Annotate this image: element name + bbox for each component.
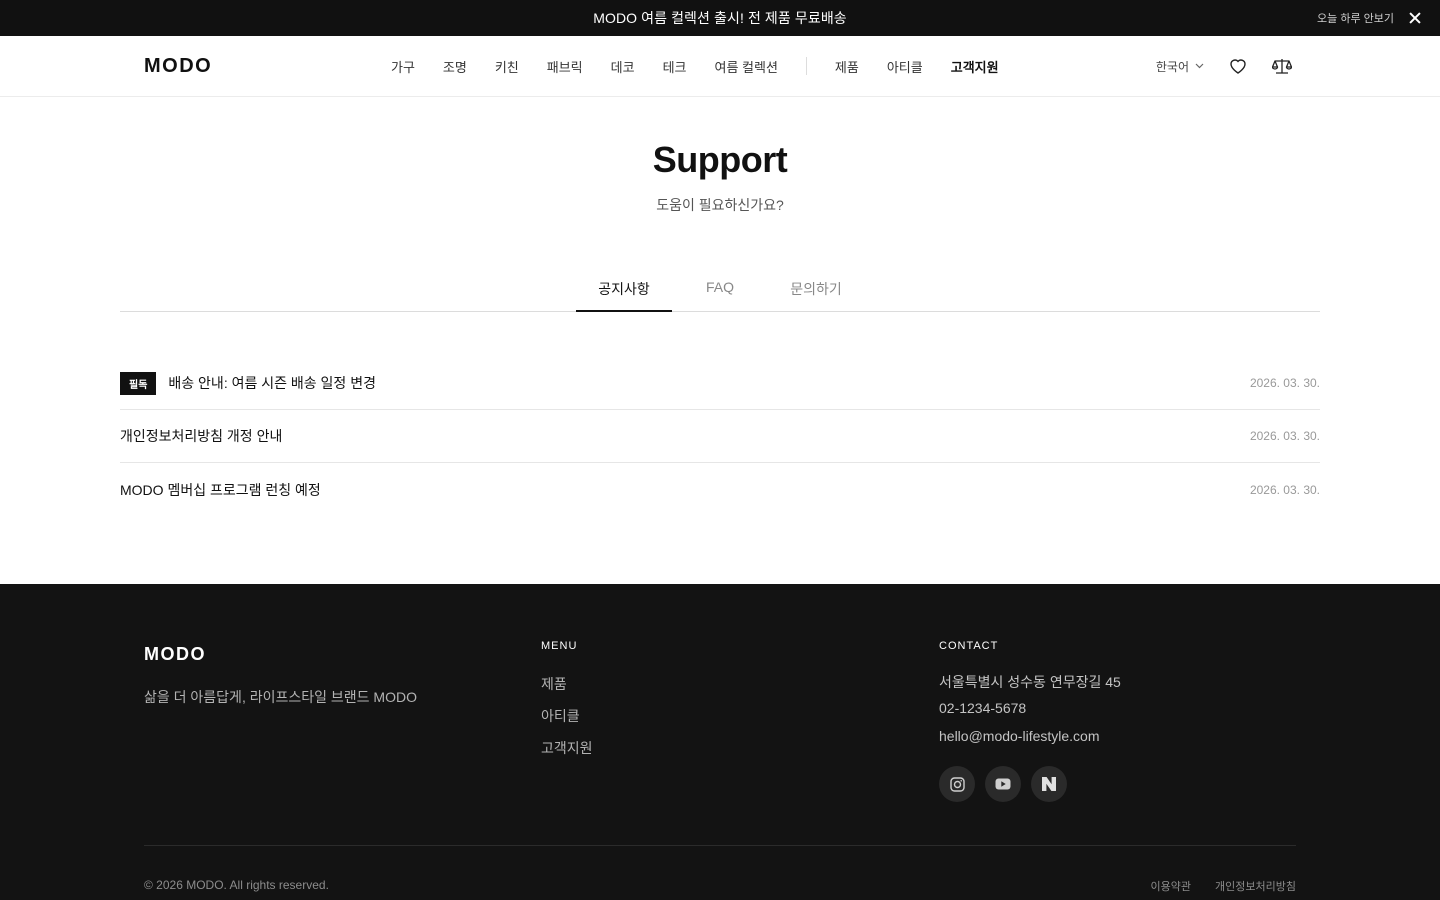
wishlist-button[interactable] xyxy=(1228,56,1248,76)
announcement-message: MODO 여름 컬렉션 출시! 전 제품 무료배송 xyxy=(593,10,847,26)
nav-item-furniture[interactable]: 가구 xyxy=(391,57,415,76)
compare-button[interactable] xyxy=(1272,56,1292,76)
footer-phone: 02-1234-5678 xyxy=(939,700,1027,716)
footer-email[interactable]: hello@modo-lifestyle.com xyxy=(939,728,1121,756)
nav-item-summer-collection[interactable]: 여름 컬렉션 xyxy=(715,57,778,76)
close-icon[interactable] xyxy=(1408,11,1422,25)
footer-link-terms[interactable]: 이용약관 xyxy=(1151,878,1191,894)
footer-menu-heading: MENU xyxy=(541,640,578,652)
heart-icon xyxy=(1230,59,1246,74)
footer-tagline: 삶을 더 아름답게, 라이프스타일 브랜드 MODO xyxy=(144,689,417,705)
nav-item-products[interactable]: 제품 xyxy=(835,57,859,76)
footer-link-privacy[interactable]: 개인정보처리방침 xyxy=(1215,878,1296,894)
notice-title: MODO 멤버십 프로그램 런칭 예정 xyxy=(120,481,321,498)
footer-divider xyxy=(144,845,1296,846)
site-footer: MODO 삶을 더 아름답게, 라이프스타일 브랜드 MODO MENU 제품 … xyxy=(0,584,1440,900)
tab-notices[interactable]: 공지사항 xyxy=(576,269,672,312)
list-item[interactable]: 개인정보처리방침 개정 안내 2026. 03. 30. xyxy=(120,410,1320,463)
footer-address: 서울특별시 성수동 연무장길 45 xyxy=(939,674,1121,690)
nav-item-support[interactable]: 고객지원 xyxy=(951,57,999,76)
page-hero: Support 도움이 필요하신가요? xyxy=(0,97,1440,215)
notice-date: 2026. 03. 30. xyxy=(1249,429,1320,443)
youtube-button[interactable] xyxy=(985,766,1021,802)
footer-link-articles[interactable]: 아티클 xyxy=(541,706,593,738)
page-subtitle: 도움이 필요하신가요? xyxy=(656,197,784,213)
nav-item-tech[interactable]: 테크 xyxy=(663,57,687,76)
support-tabs: 공지사항 FAQ 문의하기 xyxy=(120,269,1320,312)
chevron-down-icon xyxy=(1195,63,1204,69)
footer-link-products[interactable]: 제품 xyxy=(541,674,593,706)
nav-item-articles[interactable]: 아티클 xyxy=(887,57,923,76)
nav-divider xyxy=(805,57,807,75)
nav-item-lighting[interactable]: 조명 xyxy=(443,57,467,76)
naver-button[interactable] xyxy=(1031,766,1067,802)
nav-item-kitchen[interactable]: 키친 xyxy=(495,57,519,76)
language-selector[interactable]: 한국어 xyxy=(1156,58,1204,75)
copyright: © 2026 MODO. All rights reserved. xyxy=(144,878,329,892)
instagram-button[interactable] xyxy=(939,766,975,802)
pinned-badge: 필독 xyxy=(120,371,157,395)
site-header: MODO 가구 조명 키친 패브릭 데코 테크 여름 컬렉션 제품 아티클 고객… xyxy=(0,36,1440,97)
youtube-icon xyxy=(995,778,1011,790)
main-nav: 가구 조명 키친 패브릭 데코 테크 여름 컬렉션 제품 아티클 고객지원 xyxy=(391,36,1027,96)
language-label: 한국어 xyxy=(1155,59,1189,74)
announcement-bar: MODO 여름 컬렉션 출시! 전 제품 무료배송 오늘 하루 안보기 xyxy=(0,0,1440,36)
footer-contact-heading: CONTACT xyxy=(939,640,999,652)
hide-today-button[interactable]: 오늘 하루 안보기 xyxy=(1317,10,1394,26)
social-links xyxy=(939,766,1121,802)
notice-list: 필독 배송 안내: 여름 시즌 배송 일정 변경 2026. 03. 30. 개… xyxy=(120,357,1320,516)
list-item[interactable]: 필독 배송 안내: 여름 시즌 배송 일정 변경 2026. 03. 30. xyxy=(120,357,1320,410)
naver-icon xyxy=(1042,777,1056,791)
list-item[interactable]: MODO 멤버십 프로그램 런칭 예정 2026. 03. 30. xyxy=(120,463,1320,516)
footer-logo[interactable]: MODO xyxy=(144,644,417,665)
logo[interactable]: MODO xyxy=(144,55,212,78)
footer-link-support[interactable]: 고객지원 xyxy=(541,738,593,770)
notice-date: 2026. 03. 30. xyxy=(1249,376,1320,390)
page-title: Support xyxy=(652,139,788,180)
tab-inquiry[interactable]: 문의하기 xyxy=(768,269,864,311)
nav-item-deco[interactable]: 데코 xyxy=(611,57,635,76)
instagram-icon xyxy=(949,776,965,792)
nav-item-fabric[interactable]: 패브릭 xyxy=(547,57,583,76)
notice-title: 배송 안내: 여름 시즌 배송 일정 변경 xyxy=(168,375,376,391)
notice-date: 2026. 03. 30. xyxy=(1249,482,1320,497)
tab-faq[interactable]: FAQ xyxy=(672,269,768,311)
scale-icon xyxy=(1272,59,1292,74)
notice-title: 개인정보처리방침 개정 안내 xyxy=(120,428,283,444)
